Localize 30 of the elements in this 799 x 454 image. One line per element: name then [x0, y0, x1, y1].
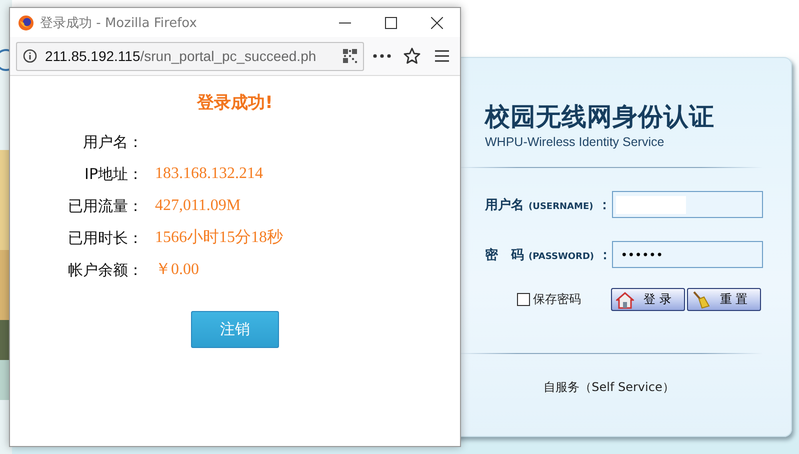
house-icon: [616, 290, 634, 308]
address-bar[interactable]: 211.85.192.115/srun_portal_pc_succeed.ph: [16, 42, 364, 70]
info-value: ￥0.00: [155, 260, 200, 280]
remember-checkbox[interactable]: 保存密码: [485, 291, 611, 308]
info-label: IP地址：: [84, 164, 143, 184]
info-value: 1566小时15分18秒: [155, 228, 284, 248]
panel-title: 校园无线网身份认证: [485, 101, 716, 133]
info-value: 427,011.09M: [155, 196, 242, 216]
window-title: 登录成功 - Mozilla Firefox: [40, 14, 198, 32]
firefox-icon: [18, 14, 34, 30]
close-icon: [431, 16, 443, 28]
input-field[interactable]: ••••••: [612, 241, 763, 268]
field-label: 用户名 (USERNAME) ：: [485, 196, 612, 214]
login-button[interactable]: 登 录: [610, 288, 685, 311]
broom-icon: [692, 290, 710, 308]
info-label: 已用流量：: [67, 196, 143, 216]
info-value: 183.168.132.214: [155, 164, 264, 184]
qr-code-icon[interactable]: [343, 49, 357, 63]
info-label: 帐户余额：: [67, 260, 143, 280]
info-label: 用户名：: [82, 132, 143, 152]
info-icon: [23, 49, 37, 63]
success-heading: 登录成功!: [197, 92, 273, 114]
self-service-link[interactable]: 自服务（Self Service）: [544, 380, 674, 394]
field-label: 密 码 (PASSWORD) ：: [485, 246, 612, 264]
minimize-icon: [339, 22, 351, 24]
maximize-icon: [385, 16, 397, 28]
panel-subtitle: WHPU-Wireless Identity Service: [485, 135, 666, 149]
info-label: 已用时长：: [67, 228, 143, 248]
input-field[interactable]: [612, 191, 763, 218]
reset-button[interactable]: 重 置: [686, 288, 762, 311]
